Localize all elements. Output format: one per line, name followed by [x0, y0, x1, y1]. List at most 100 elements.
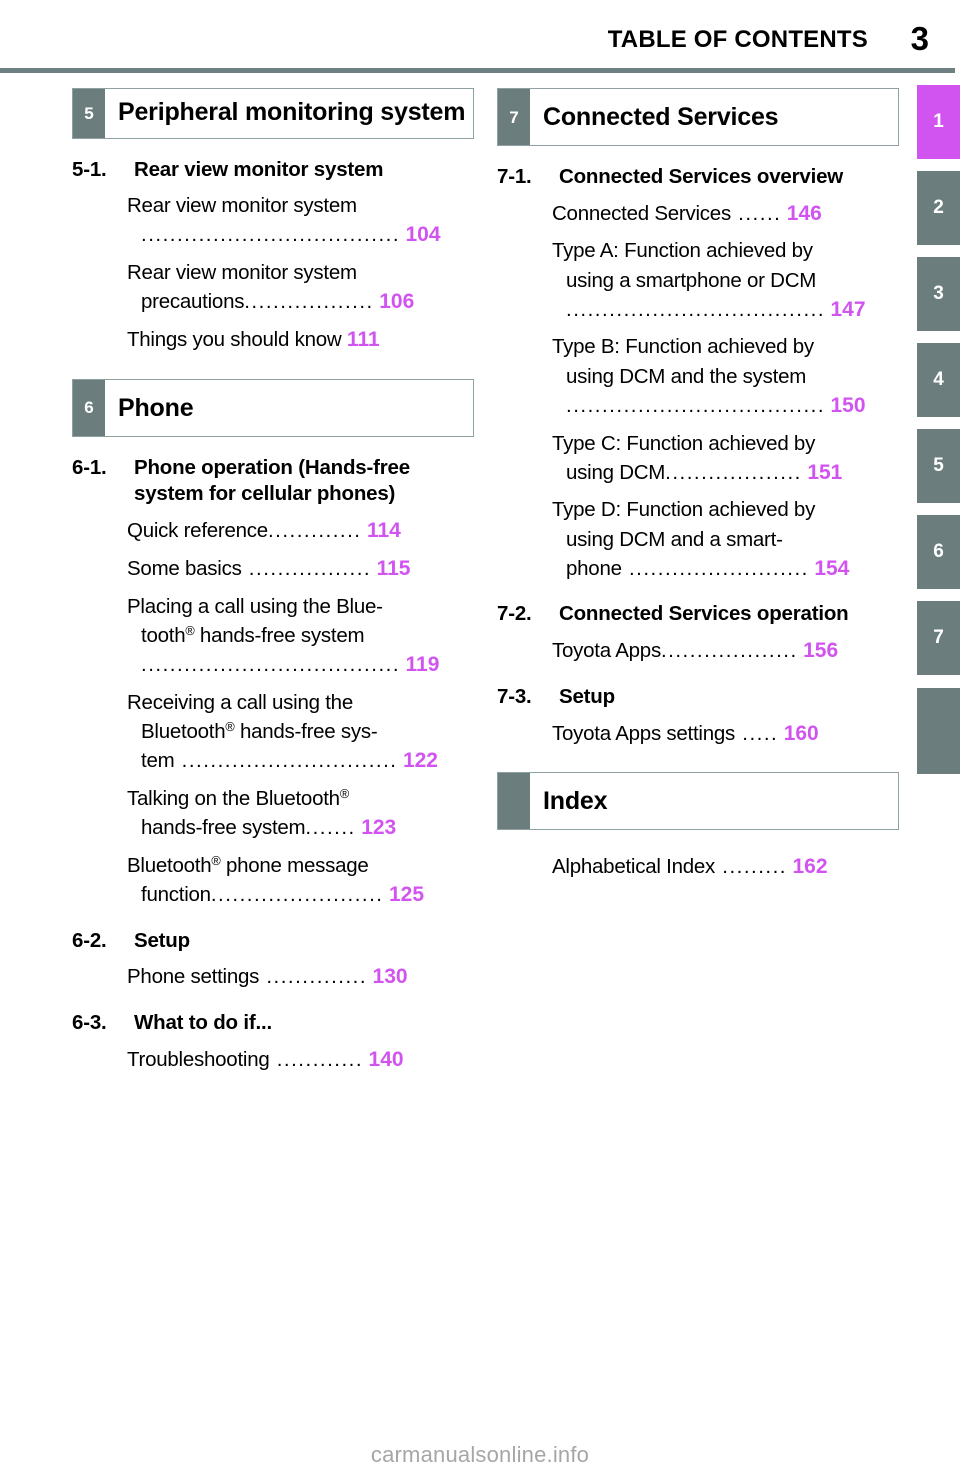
- toc-entry[interactable]: Type C: Function achieved by using DCM..…: [552, 429, 899, 488]
- toc-entry-text: Type B: Function achieved by: [552, 335, 814, 359]
- page-number: 3: [910, 20, 929, 57]
- toc-leader: .........................: [621, 556, 809, 580]
- toc-entry[interactable]: Things you should know 111: [127, 325, 474, 355]
- toc-entry-text-cont: hands-free system: [141, 815, 306, 839]
- toc-leader: ....................................: [141, 223, 401, 247]
- toc-entry[interactable]: Quick reference............. 114: [127, 516, 474, 546]
- subsection-title-7-3: Setup: [559, 684, 615, 708]
- toc-leader: .......: [305, 815, 356, 839]
- toc-page-number: 147: [830, 297, 866, 321]
- toc-leader: .........: [715, 855, 788, 879]
- header-divider: [0, 68, 955, 73]
- toc-page-number: 125: [388, 882, 425, 906]
- toc-entry-text: Type C: Function achieved by: [552, 431, 816, 455]
- toc-page-number: 156: [803, 639, 839, 663]
- chapter-tab-index[interactable]: [917, 688, 960, 774]
- index-box-number: [498, 773, 530, 830]
- toc-entry-text-cont: tem: [141, 748, 175, 772]
- subsection-number-7-3: 7-3.: [497, 684, 532, 708]
- toc-entry-text: Rear view monitor system: [127, 261, 357, 285]
- chapter-box-7: 7 Connected Services: [497, 88, 899, 146]
- toc-leader: ............: [269, 1047, 364, 1071]
- toc-page-number: 154: [814, 556, 850, 580]
- toc-entry-text: Toyota Apps: [552, 639, 661, 663]
- page-title: TABLE OF CONTENTS: [607, 26, 868, 53]
- toc-entry-text-cont: using a smartphone or DCM: [566, 268, 817, 292]
- subsection-number-6-2: 6-2.: [72, 928, 107, 952]
- toc-entry[interactable]: Bluetooth® phone message function.......…: [127, 851, 474, 910]
- toc-leader: ...................: [660, 639, 798, 663]
- toc-entry[interactable]: Type B: Function achieved by using DCM a…: [552, 332, 899, 420]
- toc-leader: ........................: [210, 882, 384, 906]
- toc-entry[interactable]: Rear view monitor system ...............…: [127, 191, 474, 250]
- toc-leader: ....................................: [141, 652, 401, 676]
- toc-entry[interactable]: Phone settings .............. 130: [127, 962, 474, 992]
- toc-page-number: 140: [368, 1047, 404, 1071]
- watermark: carmanualsonline.info: [370, 1442, 590, 1467]
- toc-entry[interactable]: Some basics ................. 115: [127, 554, 474, 584]
- toc-leader: ..............: [259, 965, 368, 989]
- toc-entry-text-cont: function: [141, 882, 211, 906]
- toc-entry-text: Phone settings: [127, 965, 260, 989]
- chapter-tab-3[interactable]: 3: [917, 257, 960, 331]
- toc-entry-text: Toyota Apps settings: [552, 721, 736, 745]
- toc-entry-text: Type A: Function achieved by: [552, 239, 813, 263]
- chapter-tab-5[interactable]: 5: [917, 429, 960, 503]
- toc-entry[interactable]: Toyota Apps................... 156: [552, 636, 899, 666]
- toc-entry-text: Alphabetical Index: [552, 855, 716, 879]
- toc-page-number: 162: [792, 855, 828, 879]
- chapter-tab-2[interactable]: 2: [917, 171, 960, 245]
- toc-page-number: 146: [786, 201, 822, 225]
- toc-entry-text-cont: precautions: [141, 290, 245, 314]
- subsection-number-5-1: 5-1.: [72, 157, 107, 181]
- page-header: TABLE OF CONTENTS 3: [0, 20, 960, 60]
- toc-page-number: 130: [372, 965, 408, 989]
- toc-entry[interactable]: Rear view monitor system precautions....…: [127, 258, 474, 317]
- toc-entry-text: Some basics: [127, 556, 242, 580]
- toc-entry-text-cont2: phone: [566, 556, 622, 580]
- toc-entry-text-cont: using DCM and the system: [566, 364, 807, 388]
- chapter-tab-4[interactable]: 4: [917, 343, 960, 417]
- toc-entry[interactable]: Troubleshooting ............ 140: [127, 1045, 474, 1075]
- chapter-box-5: 5 Peripheral monitoring system: [72, 88, 474, 139]
- toc-entry[interactable]: Alphabetical Index ......... 162: [552, 852, 899, 882]
- toc-entry[interactable]: Connected Services ...... 146: [552, 199, 899, 229]
- chapter-tab-6[interactable]: 6: [917, 515, 960, 589]
- toc-leader: ..................: [244, 290, 374, 314]
- chapter-box-6: 6 Phone: [72, 378, 474, 437]
- toc-left-column: 5 Peripheral monitoring system 5-1. Rear…: [72, 88, 474, 1075]
- chapter-tab-7[interactable]: 7: [917, 601, 960, 675]
- toc-entry[interactable]: Placing a call using the Blue- tooth® ha…: [127, 592, 474, 680]
- toc-leader: ......: [730, 201, 782, 225]
- toc-entry-text: Connected Services: [552, 201, 731, 225]
- subsection-heading-6-1: 6-1. Phone operation (Hands-free system …: [72, 455, 474, 508]
- chapter-box-6-number: 6: [73, 379, 105, 436]
- toc-page-number: 151: [807, 460, 843, 484]
- subsection-heading-6-2: 6-2. Setup: [72, 928, 474, 955]
- subsection-heading-5-1: 5-1. Rear view monitor system: [72, 157, 474, 184]
- toc-page-number: 104: [405, 223, 441, 247]
- toc-page-number: 114: [366, 519, 401, 543]
- toc-right-column: 7 Connected Services 7-1. Connected Serv…: [497, 88, 899, 882]
- toc-entry[interactable]: Receiving a call using the Bluetooth® ha…: [127, 688, 474, 776]
- toc-entry-text-cont: using DCM: [566, 460, 666, 484]
- toc-leader: ....................................: [566, 393, 826, 417]
- subsection-number-7-2: 7-2.: [497, 602, 532, 626]
- toc-entry[interactable]: Toyota Apps settings ..... 160: [552, 719, 899, 749]
- toc-leader: .....: [735, 721, 779, 745]
- toc-entry[interactable]: Type A: Function achieved by using a sma…: [552, 236, 899, 324]
- toc-leader: ....................................: [566, 297, 826, 321]
- chapter-tab-1[interactable]: 1: [917, 85, 960, 159]
- toc-entry[interactable]: Talking on the Bluetooth® hands-free sys…: [127, 784, 474, 843]
- toc-entry-text: Placing a call using the Blue-: [127, 594, 383, 618]
- toc-entry-text-cont: using DCM and a smart-: [566, 527, 783, 551]
- toc-leader: .................: [241, 556, 372, 580]
- toc-page-number: 119: [405, 652, 440, 676]
- toc-page-number: 150: [830, 393, 866, 417]
- chapter-tab-strip: 1 2 3 4 5 6 7: [917, 85, 960, 786]
- toc-entry[interactable]: Type D: Function achieved by using DCM a…: [552, 495, 899, 583]
- index-box: Index: [497, 772, 899, 831]
- toc-page-number: 122: [402, 748, 438, 772]
- subsection-number-6-1: 6-1.: [72, 455, 107, 479]
- chapter-box-6-title: Phone: [118, 393, 194, 422]
